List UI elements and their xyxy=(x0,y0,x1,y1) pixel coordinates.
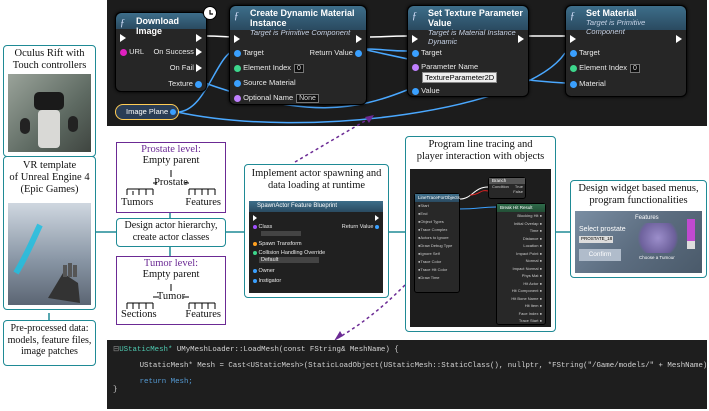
code-snippet: ⊟UStaticMesh* UMyMeshLoader::LoadMesh(co… xyxy=(107,340,709,409)
line-trace-screenshot: LineTraceForObjects ●Start ●End ●Object Ty… xyxy=(410,169,551,327)
widget-menu-screenshot: Features Select prostate PROSTATE_18 Con… xyxy=(575,211,702,273)
confirm-button[interactable]: Confirm xyxy=(579,249,621,261)
line-tracing-box: Program line tracing and player interact… xyxy=(405,136,556,332)
prostate-dropdown[interactable]: PROSTATE_18 xyxy=(579,236,613,243)
spawn-actor-node-screenshot: SpawnActor Feature Blueprint Class Retur… xyxy=(249,201,383,293)
tumor-level-box: Tumor level: Empty parent Tumor Sections… xyxy=(116,256,226,325)
prostate-level-box: Prostate level: Empty parent Prostate Tu… xyxy=(116,142,226,213)
widget-menus-box: Design widget based menus, program funct… xyxy=(570,180,707,278)
design-hierarchy-box: Design actor hierarchy, create actor cla… xyxy=(116,218,226,247)
actor-spawning-box: Implement actor spawning and data loadin… xyxy=(244,164,389,298)
